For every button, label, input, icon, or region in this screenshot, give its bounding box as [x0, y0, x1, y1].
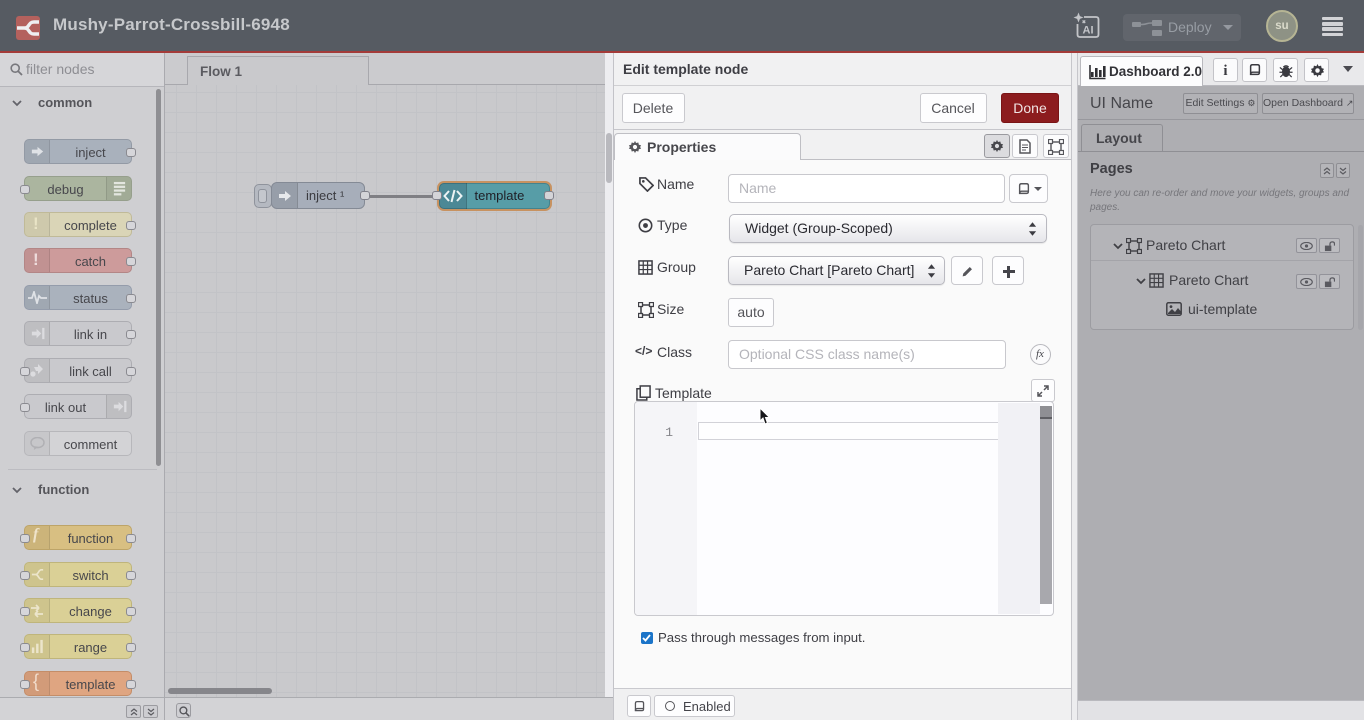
svg-text:AI: AI — [1083, 25, 1094, 37]
